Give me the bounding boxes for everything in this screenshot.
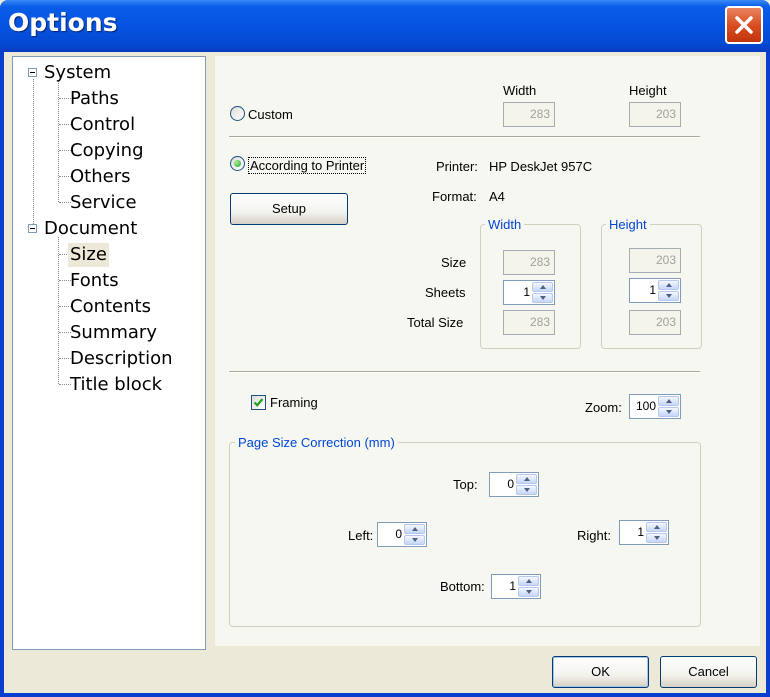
collapse-icon[interactable] [28,224,37,233]
tree-item-service[interactable]: Service [68,191,139,215]
tree-item-others[interactable]: Others [68,165,133,189]
custom-height-field: 203 [629,102,681,127]
tree-item-paths[interactable]: Paths [68,87,121,111]
right-stepper[interactable]: 1 [619,520,669,545]
bottom-value: 1 [509,579,516,593]
spin-up-icon[interactable] [404,524,425,534]
spin-down-icon[interactable] [518,587,539,597]
custom-width-field: 283 [503,102,555,127]
tree-item-copying[interactable]: Copying [68,139,146,163]
printer-value: HP DeskJet 957C [489,159,593,174]
close-button[interactable] [725,6,763,44]
title-bar[interactable]: Options [0,0,770,52]
left-stepper[interactable]: 0 [377,522,427,547]
window-title: Options [8,8,118,37]
tree-item-size[interactable]: Size [68,243,109,267]
tree-item-title-block[interactable]: Title block [68,373,164,397]
top-stepper[interactable]: 0 [489,472,539,497]
total-width-field: 283 [503,310,555,335]
spin-up-icon[interactable] [516,474,537,484]
spin-down-icon[interactable] [646,533,667,543]
spin-down-icon[interactable] [658,407,679,417]
zoom-stepper[interactable]: 100 [629,394,681,419]
separator [229,136,700,138]
height-group-title: Height [606,217,650,232]
tree-item-description[interactable]: Description [68,347,175,371]
format-label: Format: [432,189,477,204]
top-value: 0 [507,477,514,491]
custom-radio[interactable] [230,106,245,121]
dialog-client: System Paths Control Copying Others Serv… [4,52,766,693]
spin-up-icon[interactable] [646,522,667,532]
sheets-row-label: Sheets [425,285,466,300]
format-value: A4 [489,189,505,204]
zoom-label: Zoom: [585,400,622,415]
right-label: Right: [577,528,611,543]
according-to-printer-radio[interactable] [230,156,245,171]
tree-item-summary[interactable]: Summary [68,321,159,345]
options-tree[interactable]: System Paths Control Copying Others Serv… [12,56,206,650]
custom-height-header: Height [629,83,667,98]
tree-item-control[interactable]: Control [68,113,137,137]
spin-down-icon[interactable] [658,291,679,301]
size-height-field: 203 [629,248,681,273]
total-size-row-label: Total Size [407,315,464,330]
spin-up-icon[interactable] [658,396,679,406]
spin-down-icon[interactable] [516,485,537,495]
options-window: Options System Paths Control Copying Oth… [0,0,770,697]
top-label: Top: [453,477,478,492]
setup-button[interactable]: Setup [230,193,348,225]
zoom-value: 100 [635,399,656,413]
spin-up-icon[interactable] [658,280,679,290]
size-row-label: Size [441,255,467,270]
sheets-height-stepper[interactable]: 1 [629,278,681,303]
page-size-correction-title: Page Size Correction (mm) [235,435,398,450]
sheets-width-stepper[interactable]: 1 [503,280,555,305]
sheets-height-value: 1 [649,283,656,297]
close-icon [735,16,753,34]
according-to-printer-label[interactable]: According to Printer [248,157,367,174]
total-height-field: 203 [629,310,681,335]
width-group-title: Width [485,217,525,232]
bottom-stepper[interactable]: 1 [491,574,541,599]
spin-down-icon[interactable] [404,535,425,545]
sheets-width-value: 1 [523,285,530,299]
left-label: Left: [348,528,374,543]
separator [229,371,700,373]
tree-item-fonts[interactable]: Fonts [68,269,121,293]
left-value: 0 [395,527,402,541]
right-value: 1 [637,525,644,539]
custom-radio-label[interactable]: Custom [248,107,293,122]
cancel-button[interactable]: Cancel [660,656,757,688]
tree-item-contents[interactable]: Contents [68,295,153,319]
spin-up-icon[interactable] [518,576,539,586]
collapse-icon[interactable] [28,68,37,77]
framing-label[interactable]: Framing [270,395,318,410]
checkmark-icon [253,398,264,407]
tree-item-document[interactable]: Document [42,217,139,241]
size-width-field: 283 [503,250,555,275]
framing-checkbox[interactable] [251,395,266,410]
bottom-label: Bottom: [440,579,485,594]
printer-label: Printer: [436,159,478,174]
spin-down-icon[interactable] [532,293,553,303]
custom-width-header: Width [503,83,537,98]
tree-item-system[interactable]: System [42,61,113,85]
spin-up-icon[interactable] [532,282,553,292]
ok-button[interactable]: OK [552,656,649,688]
size-settings-panel: Width Height Custom 283 203 According to… [215,56,760,646]
